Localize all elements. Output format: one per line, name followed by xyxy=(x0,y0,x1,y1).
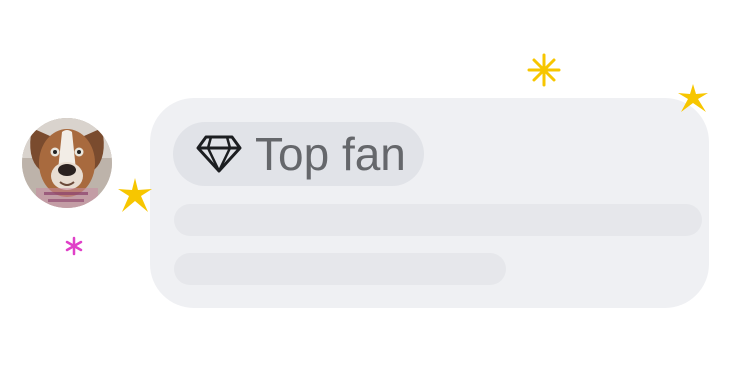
sparkle-icon xyxy=(65,236,83,256)
sparkle-icon xyxy=(678,84,708,112)
top-fan-badge[interactable]: Top fan xyxy=(173,122,424,186)
dog-photo-avatar-icon xyxy=(22,118,112,208)
comment-text-placeholder-line-1 xyxy=(174,204,702,236)
sparkle-icon xyxy=(527,53,561,87)
avatar[interactable] xyxy=(22,118,112,208)
badge-label: Top fan xyxy=(255,128,406,180)
sparkle-icon xyxy=(118,178,152,212)
comment-text-placeholder-line-2 xyxy=(174,253,506,285)
comment-stage: Top fan xyxy=(0,0,732,365)
diamond-icon xyxy=(195,134,243,174)
